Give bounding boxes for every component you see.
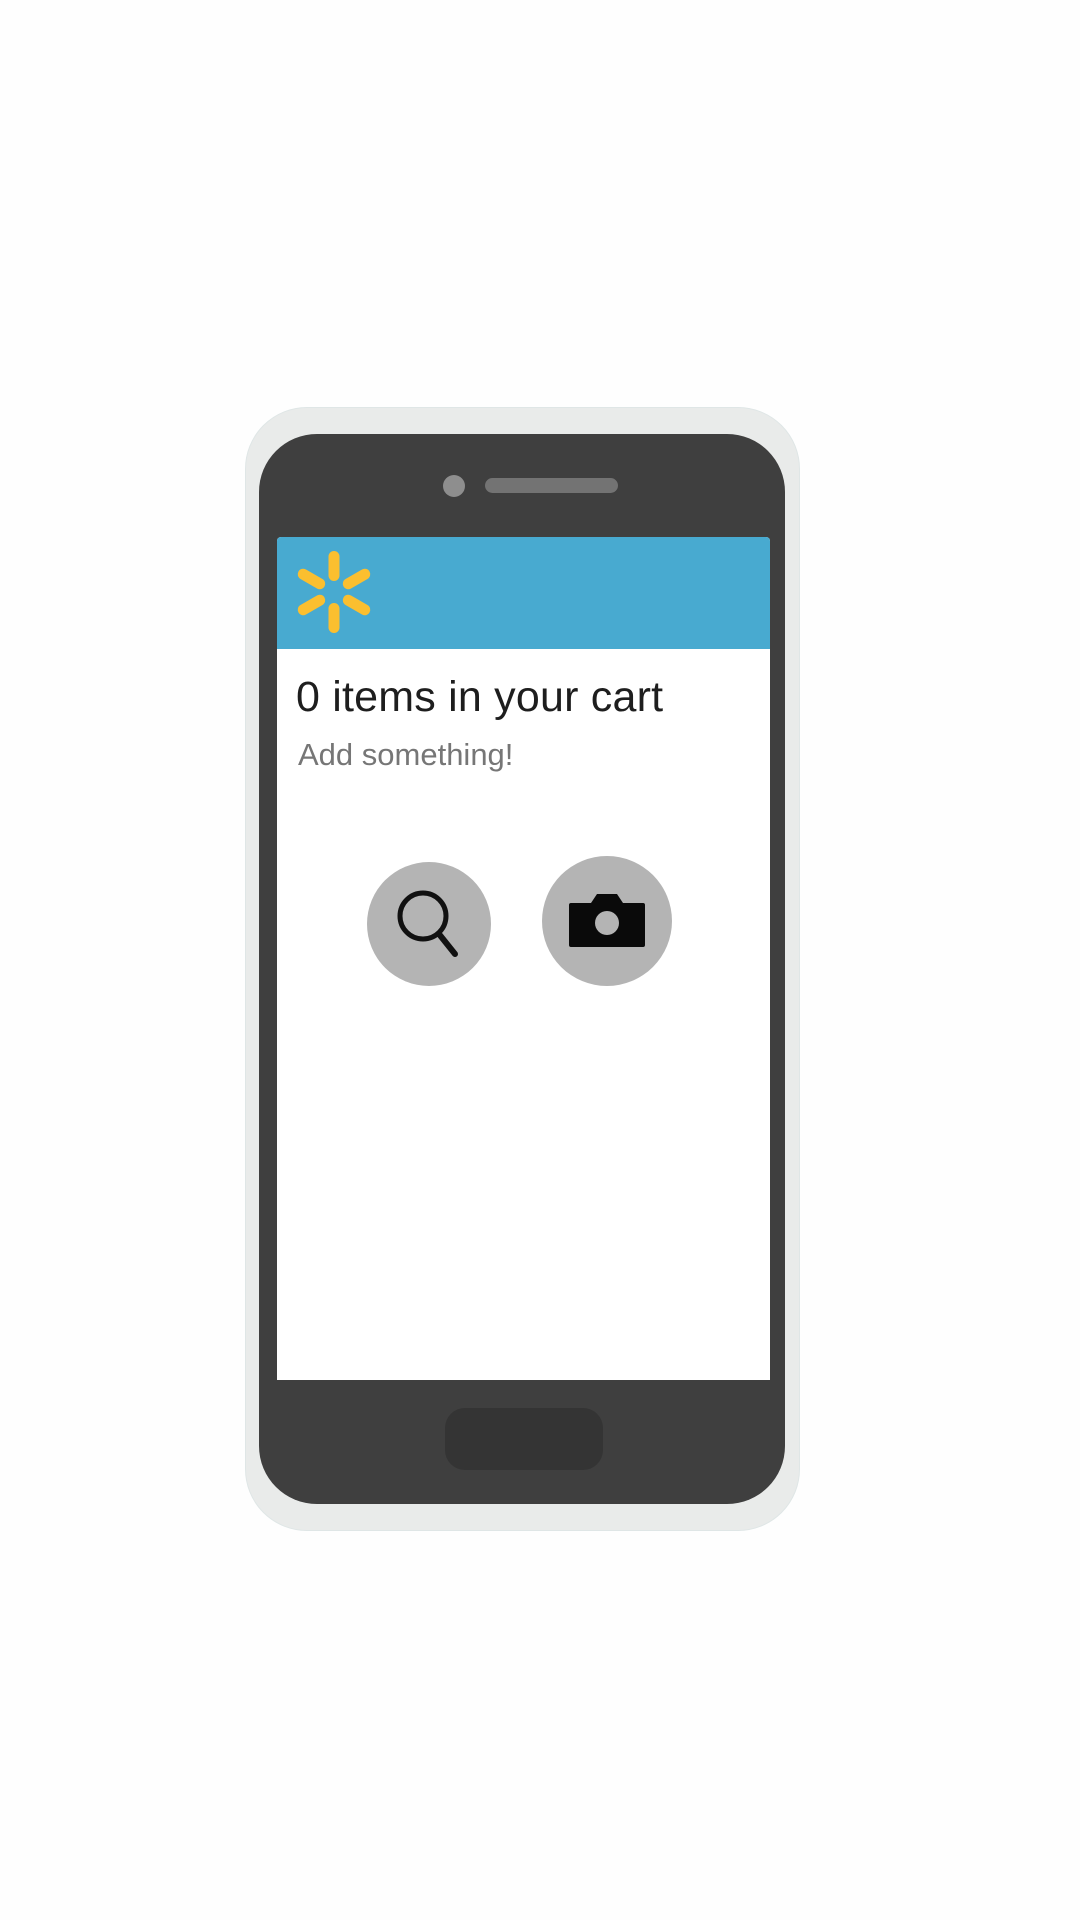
cart-empty-hint: Add something!: [298, 737, 514, 772]
device-mockup: 0 items in your cart Add something!: [0, 0, 1080, 1920]
camera-icon: [569, 894, 645, 947]
spark-logo-icon: [297, 551, 371, 633]
home-button[interactable]: [445, 1408, 603, 1470]
app-bar: [277, 537, 770, 649]
search-button[interactable]: [367, 862, 491, 986]
camera-button[interactable]: [542, 856, 672, 986]
front-camera: [443, 475, 465, 497]
cart-count-title: 0 items in your cart: [296, 673, 664, 721]
earpiece-speaker: [485, 478, 618, 493]
search-icon: [397, 890, 458, 957]
app-screen: 0 items in your cart Add something!: [277, 537, 770, 1380]
